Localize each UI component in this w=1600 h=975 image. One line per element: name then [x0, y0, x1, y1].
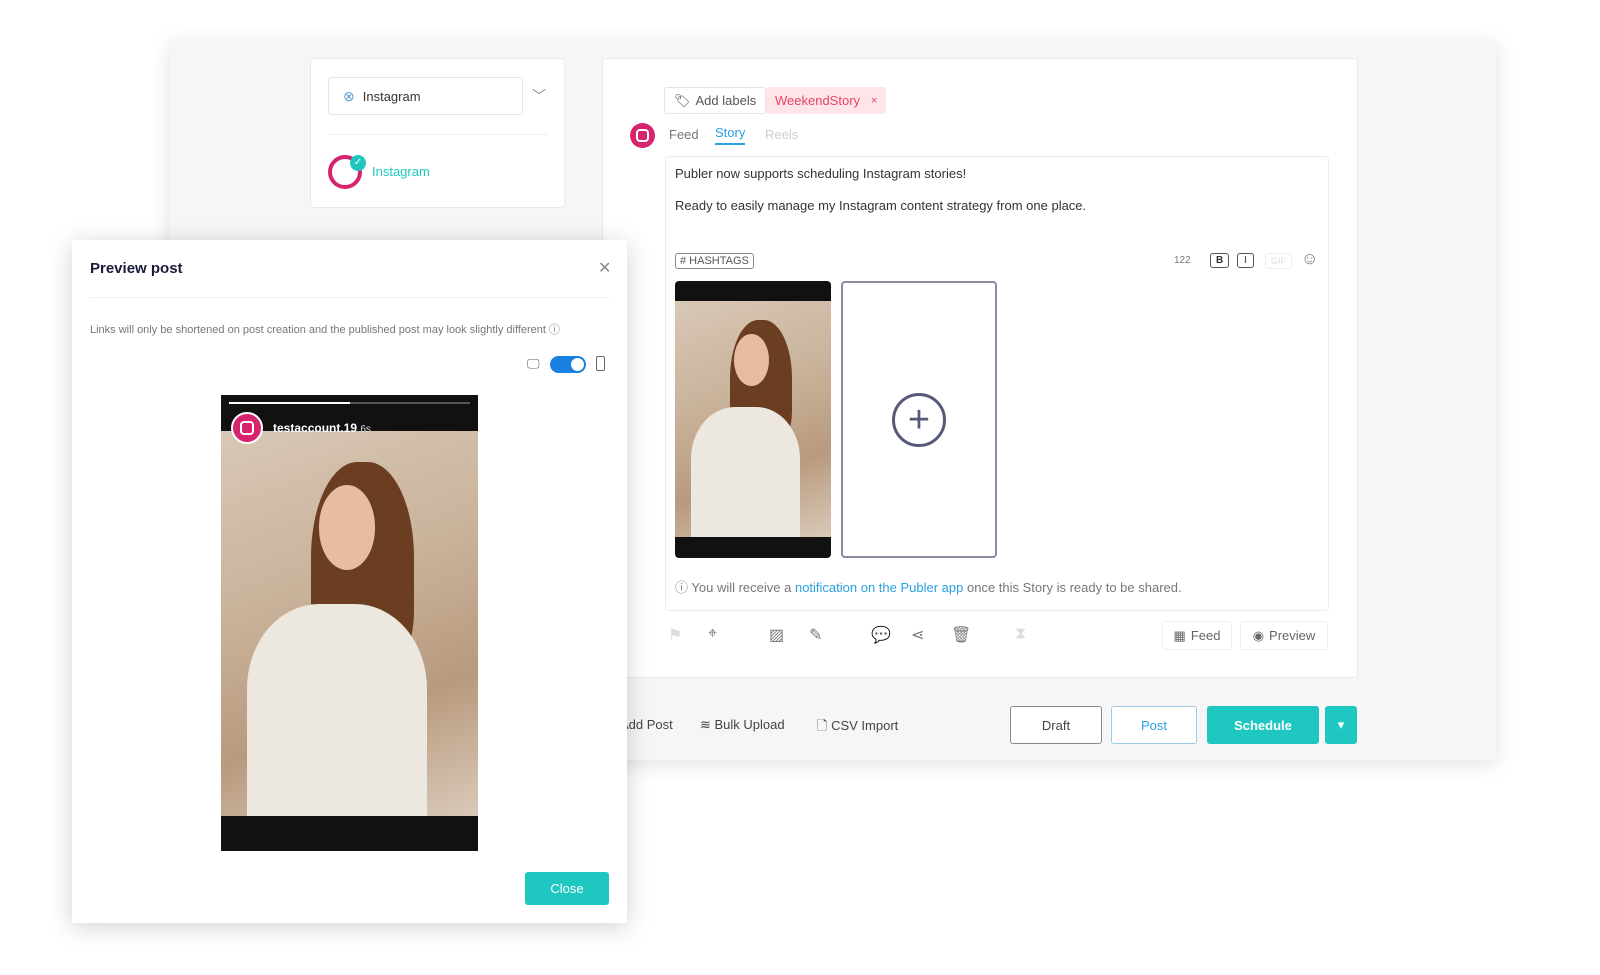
preview-modal: Preview post ✕ Links will only be shorte…: [72, 240, 627, 923]
hashtags-button[interactable]: # HASHTAGS: [675, 253, 754, 269]
chevron-down-icon[interactable]: ﹀: [532, 86, 546, 106]
add-media-button[interactable]: +: [841, 281, 997, 558]
schedule-button[interactable]: Schedule: [1207, 706, 1319, 744]
story-username: testaccount.19 6s: [273, 421, 371, 435]
trash-icon[interactable]: 🗑: [951, 625, 971, 645]
info-icon: ⓘ: [549, 324, 561, 336]
post-text-line: Ready to easily manage my Instagram cont…: [675, 198, 1087, 213]
image-icon[interactable]: ▨: [769, 625, 784, 645]
label-tag[interactable]: WeekendStory ×: [766, 87, 887, 114]
emoji-icon[interactable]: ☺: [1301, 249, 1318, 269]
close-button[interactable]: Close: [525, 872, 609, 905]
desktop-icon[interactable]: 🖵: [527, 356, 540, 372]
modal-title: Preview post: [90, 260, 183, 277]
close-icon[interactable]: ✕: [598, 258, 611, 278]
view-toggle[interactable]: [550, 356, 586, 373]
feed-view-button[interactable]: ▦ Feed: [1162, 621, 1232, 650]
grid-icon: ▦: [1173, 627, 1186, 643]
remove-label-icon[interactable]: ×: [871, 95, 877, 107]
notification-link[interactable]: notification on the Publer app: [795, 580, 963, 595]
account-name[interactable]: Instagram: [372, 164, 430, 179]
story-notice: ⓘ You will receive a notification on the…: [675, 580, 1182, 595]
tab-story[interactable]: Story: [715, 125, 746, 145]
check-icon: ✓: [350, 155, 366, 171]
italic-button[interactable]: I: [1237, 253, 1254, 268]
bulk-upload-button[interactable]: ≋ Bulk Upload: [700, 717, 785, 733]
pencil-icon[interactable]: ✎: [809, 625, 822, 645]
instagram-icon: [630, 123, 655, 148]
location-icon[interactable]: ⌖: [708, 625, 717, 643]
comment-icon[interactable]: 💬: [871, 625, 891, 645]
draft-button[interactable]: Draft: [1010, 706, 1102, 744]
instagram-circle-icon: ⊗: [343, 87, 355, 104]
plus-circle-icon: +: [892, 392, 946, 447]
eye-icon: ◉: [1252, 627, 1265, 643]
info-icon: ⓘ: [675, 580, 692, 595]
tab-feed[interactable]: Feed: [669, 127, 699, 142]
csv-import-button[interactable]: 🗋 CSV Import: [817, 717, 898, 739]
divider: [328, 134, 548, 135]
post-button[interactable]: Post: [1111, 706, 1197, 744]
add-labels-button[interactable]: 🏷 Add labels: [664, 87, 767, 114]
mobile-icon[interactable]: [596, 356, 605, 371]
add-post-button[interactable]: Add Post: [620, 717, 673, 732]
hourglass-icon[interactable]: ⧗: [1015, 625, 1026, 643]
post-text-line: Publer now supports scheduling Instagram…: [675, 166, 967, 181]
bold-button[interactable]: B: [1210, 253, 1230, 268]
story-preview: testaccount.19 6s: [221, 395, 478, 851]
tab-reels[interactable]: Reels: [765, 127, 798, 142]
divider: [90, 297, 610, 298]
network-select[interactable]: ⊗ Instagram: [328, 77, 523, 115]
preview-button[interactable]: ◉ Preview: [1240, 621, 1328, 650]
share-icon[interactable]: ⋖: [911, 625, 924, 645]
pin-icon[interactable]: ⚑: [668, 625, 682, 645]
gif-button[interactable]: GIF: [1265, 253, 1292, 269]
media-thumbnail[interactable]: [675, 281, 831, 558]
story-progress-bar: [229, 402, 470, 404]
story-image: [221, 431, 478, 816]
story-avatar: [231, 412, 263, 444]
schedule-options-chevron-icon[interactable]: ▾: [1325, 706, 1357, 744]
tag-icon: 🏷: [674, 92, 691, 108]
char-count: 122: [1174, 255, 1191, 266]
modal-note: Links will only be shortened on post cre…: [90, 324, 561, 336]
